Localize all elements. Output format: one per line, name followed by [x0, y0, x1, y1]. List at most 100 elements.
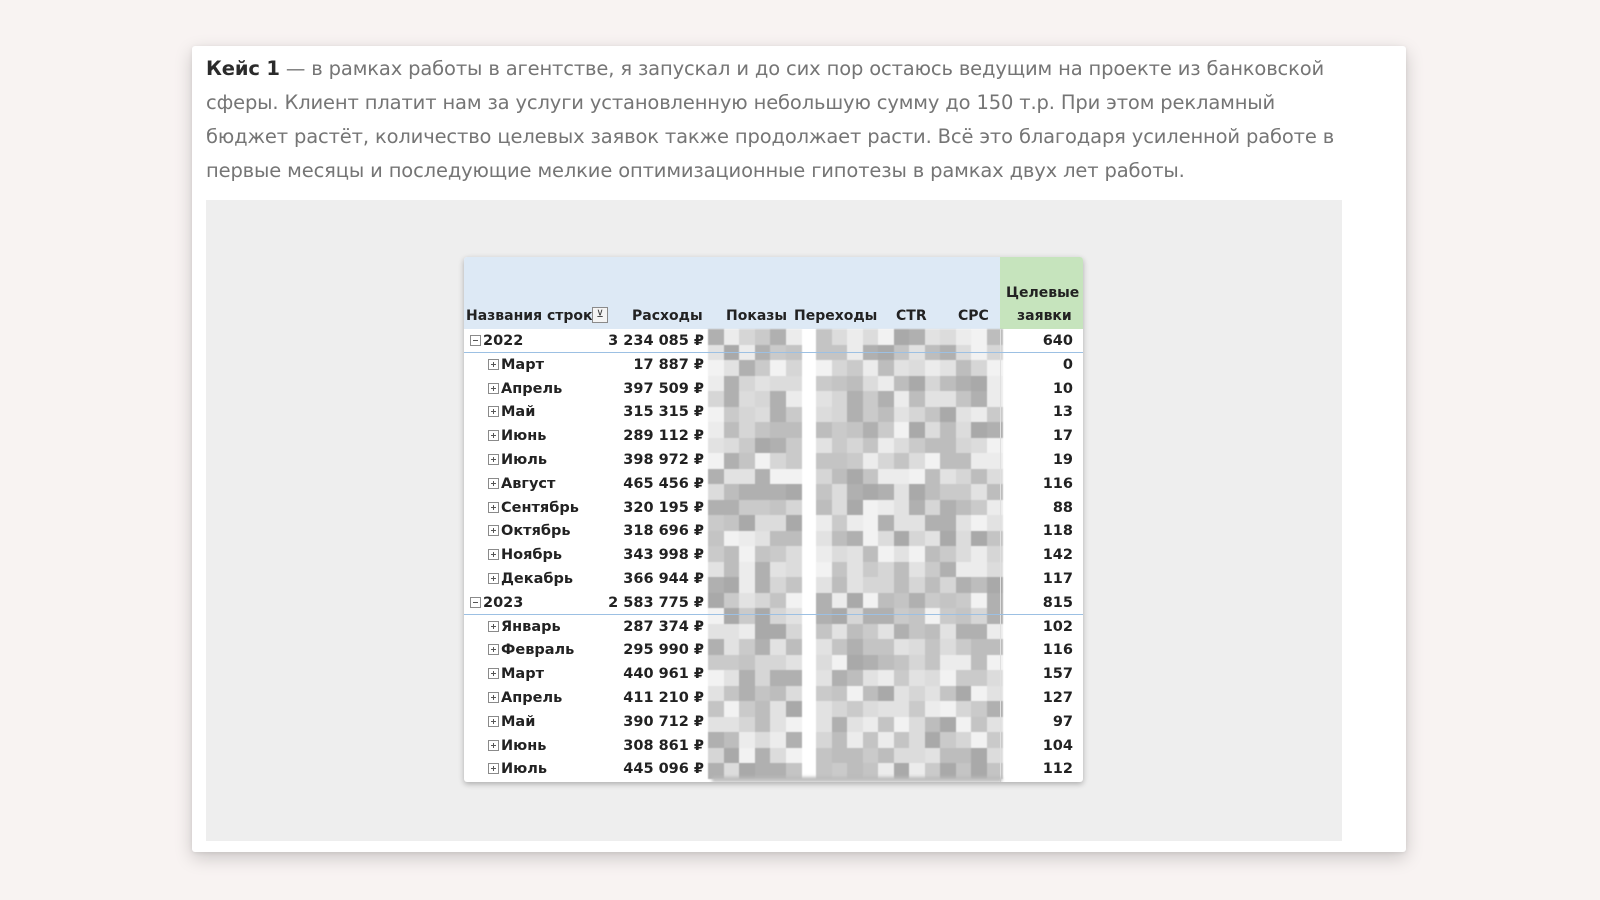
table-row: Март 17 887 ₽ 0 [464, 353, 1083, 377]
header-spend: Расходы [632, 308, 703, 324]
case-title: Кейс 1 [206, 57, 280, 80]
collapse-icon[interactable] [470, 335, 481, 346]
leads-cell: 116 [1042, 475, 1073, 492]
table-row: Февраль 295 990 ₽ 116 [464, 638, 1083, 662]
row-label: Ноябрь [501, 547, 563, 564]
row-label: Май [501, 404, 536, 421]
leads-cell: 0 [1062, 356, 1073, 373]
row-label: Май [501, 713, 536, 730]
expand-icon[interactable] [488, 668, 499, 680]
row-label: 2022 [483, 333, 524, 349]
table-row: Апрель 411 210 ₽ 127 [464, 686, 1083, 710]
expand-icon[interactable] [488, 501, 499, 513]
row-label: Июнь [501, 428, 547, 445]
row-label: Август [501, 475, 556, 492]
leads-cell: 118 [1042, 523, 1073, 540]
spend-cell: 390 712 ₽ [623, 713, 704, 730]
table-row: Май 390 712 ₽ 97 [464, 710, 1083, 734]
table-row: Июль 398 972 ₽ 19 [464, 448, 1083, 472]
spend-cell: 289 112 ₽ [623, 428, 704, 445]
header-impressions: Показы [726, 308, 788, 324]
expand-icon[interactable] [488, 382, 499, 394]
leads-cell: 157 [1042, 666, 1073, 683]
leads-cell: 10 [1052, 380, 1073, 397]
header-clicks: Переходы [794, 308, 878, 324]
expand-icon[interactable] [488, 644, 499, 656]
spend-cell: 398 972 ₽ [623, 452, 704, 468]
table-row: Январь 287 374 ₽ 102 [464, 615, 1083, 639]
bottom-shadow [712, 777, 1002, 782]
expand-icon[interactable] [488, 739, 499, 751]
row-label: Октябрь [501, 523, 571, 540]
row-label: Декабрь [501, 571, 574, 587]
table-row: Июнь 308 861 ₽ 104 [464, 734, 1083, 758]
case-paragraph: Кейс 1 — в рамках работы в агентстве, я … [206, 52, 1356, 188]
expand-icon[interactable] [488, 406, 499, 418]
spend-cell: 320 195 ₽ [623, 499, 704, 516]
expand-icon[interactable] [488, 454, 499, 465]
leads-cell: 13 [1052, 404, 1073, 421]
filter-icon[interactable]: ⊻ [592, 307, 608, 323]
spend-cell: 295 990 ₽ [623, 642, 704, 659]
table-row: Июнь 289 112 ₽ 17 [464, 424, 1083, 448]
spend-cell: 318 696 ₽ [623, 523, 704, 540]
row-label: Июнь [501, 737, 547, 754]
spend-cell: 17 887 ₽ [633, 356, 704, 373]
leads-cell: 19 [1052, 452, 1073, 468]
expand-icon[interactable] [488, 358, 499, 370]
leads-cell: 142 [1042, 547, 1073, 564]
leads-cell: 102 [1042, 618, 1073, 635]
table-row: Ноябрь 343 998 ₽ 142 [464, 543, 1083, 567]
spend-cell: 2 583 775 ₽ [608, 594, 704, 611]
spend-cell: 445 096 ₽ [623, 761, 704, 778]
pivot-table: Названия строк ⊻ Расходы Показы Переходы… [464, 257, 1083, 782]
table-row: Октябрь 318 696 ₽ 118 [464, 519, 1083, 543]
collapse-icon[interactable] [470, 596, 481, 608]
row-label: Март [501, 666, 544, 683]
table-row: Декабрь 366 944 ₽ 117 [464, 567, 1083, 591]
expand-icon[interactable] [488, 573, 499, 584]
expand-icon[interactable] [488, 692, 499, 703]
row-label: Июль [501, 761, 548, 778]
leads-cell: 97 [1052, 713, 1073, 730]
article-card: Кейс 1 — в рамках работы в агентстве, я … [192, 46, 1406, 852]
leads-cell: 88 [1052, 499, 1073, 516]
expand-icon[interactable] [488, 549, 499, 561]
spend-cell: 366 944 ₽ [623, 571, 704, 587]
table-row: Август 465 456 ₽ 116 [464, 472, 1083, 496]
leads-cell: 640 [1042, 333, 1073, 349]
screenshot-panel: Названия строк ⊻ Расходы Показы Переходы… [206, 200, 1342, 841]
row-label: Февраль [501, 642, 575, 659]
spend-cell: 315 315 ₽ [623, 404, 704, 421]
header-cpc: CPC [958, 308, 989, 324]
row-label: Апрель [501, 380, 563, 397]
header-leads-line2: заявки [1017, 308, 1072, 324]
spend-cell: 411 210 ₽ [623, 690, 704, 706]
spend-cell: 343 998 ₽ [623, 547, 704, 564]
expand-icon[interactable] [488, 763, 499, 775]
leads-cell: 117 [1042, 571, 1073, 587]
leads-cell: 116 [1042, 642, 1073, 659]
header-leads-line1: Целевые [1006, 285, 1080, 301]
row-label: 2023 [483, 594, 524, 611]
expand-icon[interactable] [488, 430, 499, 442]
leads-cell: 17 [1052, 428, 1073, 445]
expand-icon[interactable] [488, 477, 499, 489]
leads-cell: 127 [1042, 690, 1073, 706]
case-text: — в рамках работы в агентстве, я запуска… [206, 57, 1335, 182]
year-row: 2023 2 583 775 ₽ 815 [464, 591, 1083, 615]
spend-cell: 397 509 ₽ [623, 380, 704, 397]
expand-icon[interactable] [488, 715, 499, 727]
expand-icon[interactable] [488, 525, 499, 537]
expand-icon[interactable] [488, 620, 499, 632]
leads-cell: 104 [1042, 737, 1073, 754]
table-row: Май 315 315 ₽ 13 [464, 400, 1083, 424]
table-row: Апрель 397 509 ₽ 10 [464, 377, 1083, 401]
row-label: Январь [501, 618, 561, 635]
table-row: Сентябрь 320 195 ₽ 88 [464, 496, 1083, 520]
header-ctr: CTR [896, 308, 927, 324]
leads-cell: 815 [1042, 594, 1073, 611]
row-label: Июль [501, 452, 548, 468]
header-row-names: Названия строк [466, 308, 593, 324]
leads-cell: 112 [1042, 761, 1073, 778]
